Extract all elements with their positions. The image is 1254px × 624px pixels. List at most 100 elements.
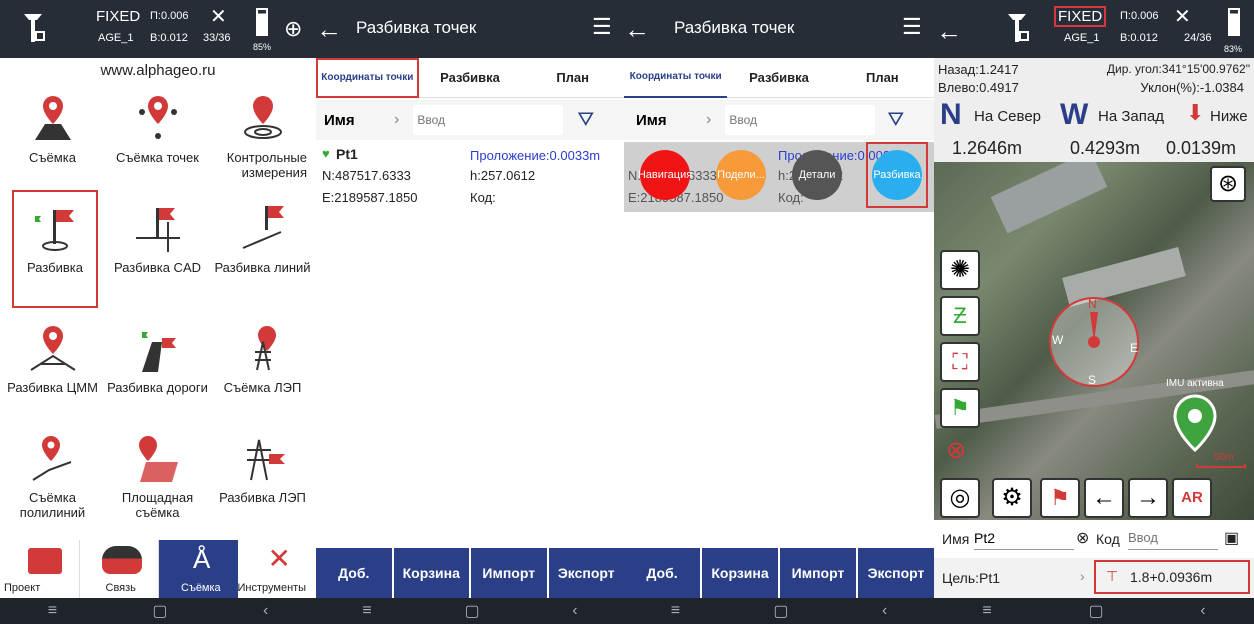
tab-stakeout[interactable]: Разбивка	[419, 70, 522, 85]
tab-point-coords[interactable]: Координаты точки	[624, 58, 728, 98]
gnss-antenna-icon	[1008, 14, 1029, 42]
name-search-input[interactable]	[413, 105, 564, 135]
tab-plan[interactable]: План	[521, 70, 624, 85]
target-label[interactable]: Цель:Pt1	[942, 570, 1000, 586]
location-pin-icon[interactable]	[1168, 394, 1222, 454]
tab-stakeout[interactable]: Разбивка	[727, 70, 830, 85]
menu-item-area-survey[interactable]: Площадная съёмка	[105, 420, 210, 530]
chevron-right-icon: ›	[1080, 568, 1085, 584]
clear-icon[interactable]: ⊗	[1076, 528, 1089, 548]
menu-item-control-measure[interactable]: Контрольные измерения	[210, 80, 315, 190]
code-input[interactable]	[1128, 526, 1218, 550]
north-letter-icon: N	[940, 98, 962, 131]
filter-icon[interactable]: ⛛	[887, 109, 904, 132]
import-button[interactable]: Импорт	[471, 548, 549, 598]
back-icon[interactable]: ‹	[1200, 602, 1205, 620]
back-icon[interactable]: ‹	[572, 602, 577, 620]
home-icon[interactable]: ▢	[773, 601, 788, 621]
point-name-input[interactable]	[974, 526, 1074, 550]
nav-connection[interactable]: Связь	[79, 540, 159, 598]
menu-icon[interactable]: ≡	[48, 602, 57, 620]
ar-button[interactable]: AR	[1172, 478, 1212, 518]
point-survey-icon	[139, 96, 177, 139]
menu-item-dtm-stakeout[interactable]: Разбивка ЦММ	[0, 310, 105, 420]
menu-item-powerline-stakeout[interactable]: Разбивка ЛЭП	[210, 420, 315, 530]
header-bar: ← Разбивка точек ☰	[624, 0, 934, 58]
bottom-nav: Проект Связь Å Съёмка ✕ Инструменты	[0, 540, 316, 598]
extent-button[interactable]: ⛶	[940, 342, 980, 382]
add-button[interactable]: Доб.	[316, 548, 394, 598]
nav-survey[interactable]: Å Съёмка	[159, 540, 238, 598]
point-row[interactable]: ♥ Pt1 N:487517.6333 E:2189587.1850 Проло…	[316, 142, 624, 212]
layers-button[interactable]: ✺	[940, 250, 980, 290]
folder-icon	[28, 548, 62, 574]
stake-line-button[interactable]: ⚑	[940, 388, 980, 428]
navigate-button[interactable]: Навигация	[638, 150, 692, 200]
tab-label: Координаты точки	[321, 72, 414, 83]
name-search-input[interactable]	[725, 105, 876, 135]
stakeout-map-panel: ← FIXED AGE_1 П:0.006 В:0.012 ✕ 24/36 83…	[934, 0, 1254, 624]
back-icon[interactable]: ‹	[882, 602, 887, 620]
list-menu-icon[interactable]: ☰	[592, 14, 612, 40]
filter-icon[interactable]: ⛛	[577, 109, 594, 132]
settings-button[interactable]: ⚙	[992, 478, 1032, 518]
import-button[interactable]: Импорт	[780, 548, 858, 598]
add-button[interactable]: Доб.	[624, 548, 702, 598]
compass-button[interactable]: ⊛	[1210, 166, 1246, 202]
menu-item-stakeout[interactable]: Разбивка	[12, 190, 98, 308]
zoom-area-button[interactable]: Ƶ	[940, 296, 980, 336]
menu-item-line-stakeout[interactable]: Разбивка линий	[210, 190, 315, 300]
android-nav: ≡ ▢ ‹	[934, 598, 1254, 624]
trash-button[interactable]: Корзина	[702, 548, 780, 598]
menu-item-point-survey[interactable]: Съёмка точек	[105, 80, 210, 190]
export-button[interactable]: Экспорт	[858, 548, 934, 598]
back-arrow-icon[interactable]: ←	[316, 14, 342, 45]
menu-item-survey[interactable]: Съёмка	[0, 80, 105, 190]
code-list-icon[interactable]: ▣	[1224, 528, 1239, 548]
menu-item-road-stakeout[interactable]: Разбивка дороги	[105, 310, 210, 420]
satellite-icon: ✕	[1174, 6, 1191, 28]
flag-points-button[interactable]: ⚑	[1040, 478, 1080, 518]
tab-point-coords[interactable]: Координаты точки	[316, 57, 419, 98]
menu-label: Разбивка	[27, 260, 83, 275]
menu-item-polyline-survey[interactable]: Съёмка полилиний	[0, 420, 105, 530]
nav-project[interactable]: Проект	[0, 540, 80, 598]
satellite-map[interactable]: N W E S IMU активна 50m ⊛ ✺ Ƶ ⛶ ⚑ ⊗ ◎ ⚙ …	[934, 162, 1254, 520]
center-button[interactable]: ◎	[940, 478, 980, 518]
tab-plan[interactable]: План	[831, 70, 934, 85]
previous-point-button[interactable]: ←	[1084, 478, 1124, 518]
menu-icon[interactable]: ≡	[982, 602, 991, 620]
export-button[interactable]: Экспорт	[549, 548, 625, 598]
trash-button[interactable]: Корзина	[394, 548, 471, 598]
stakeout-points-panel: ← Разбивка точек ☰ Координаты точки Разб…	[316, 0, 624, 624]
details-button[interactable]: Детали	[792, 150, 842, 200]
battery-level: 83%	[1224, 44, 1243, 54]
menu-icon[interactable]: ≡	[362, 602, 371, 620]
tools-icon: ✕	[267, 543, 291, 574]
menu-item-powerline-survey[interactable]: Съёмка ЛЭП	[210, 310, 315, 420]
home-icon[interactable]: ▢	[152, 601, 167, 621]
north-label: На Север	[974, 108, 1042, 125]
battery-icon	[256, 8, 268, 36]
stakeout-points-actions-panel: ← Разбивка точек ☰ Координаты точки Разб…	[624, 0, 934, 624]
menu-item-cad-stakeout[interactable]: Разбивка CAD	[105, 190, 210, 300]
target-row: Цель:Pt1 › ⊤ 1.8+0.0936m	[934, 558, 1254, 598]
search-point-icon[interactable]: ⊗	[946, 436, 966, 465]
share-button[interactable]: Подели...	[716, 150, 766, 200]
menu-icon[interactable]: ≡	[671, 602, 680, 620]
back-arrow-icon[interactable]: ←	[624, 14, 650, 45]
next-point-button[interactable]: →	[1128, 478, 1168, 518]
home-icon[interactable]: ▢	[464, 601, 479, 621]
nav-tools[interactable]: ✕ Инструменты	[237, 540, 316, 598]
antenna-height-button[interactable]: ⊤ 1.8+0.0936m	[1094, 560, 1250, 594]
point-row-selected[interactable]: N:487517.6333 E:2189587.1850 Проложение:…	[624, 142, 934, 212]
header-bar: ← Разбивка точек ☰	[316, 0, 624, 58]
home-icon[interactable]: ▢	[1088, 601, 1103, 621]
stakeout-button[interactable]: Разбивка	[872, 150, 922, 200]
point-name: Pt1	[336, 146, 358, 162]
back-arrow-icon[interactable]: ←	[936, 16, 962, 47]
status-bar: ← FIXED AGE_1 П:0.006 В:0.012 ✕ 24/36 83…	[934, 0, 1254, 58]
back-icon[interactable]: ‹	[263, 602, 268, 620]
list-menu-icon[interactable]: ☰	[902, 14, 922, 40]
add-circle-icon[interactable]: ⊕	[284, 16, 302, 42]
